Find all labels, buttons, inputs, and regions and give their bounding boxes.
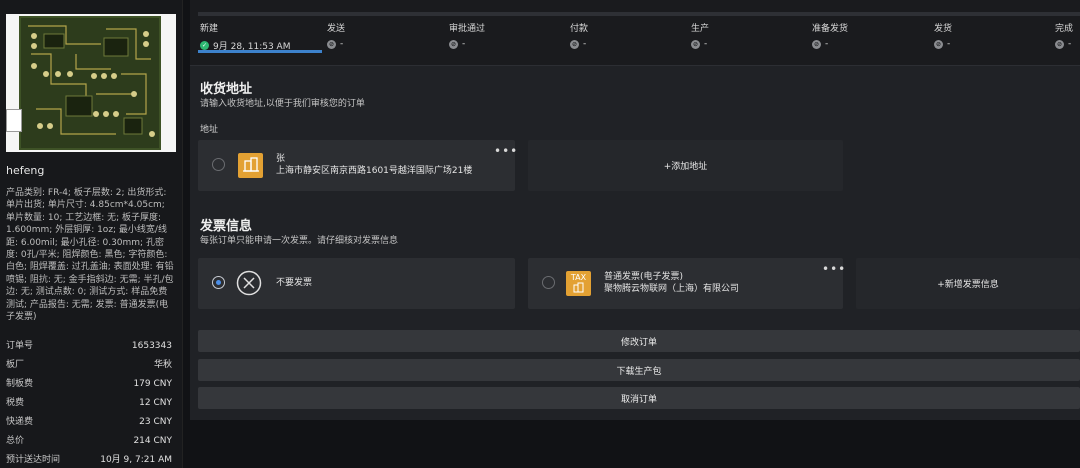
invoice-type: 普通发票(电子发票): [604, 272, 684, 282]
pending-icon: ⊘: [570, 39, 579, 49]
address-field-label: 地址: [200, 125, 219, 135]
step-paid: 付款 ⊘ -: [570, 21, 588, 49]
building-icon: [238, 153, 263, 178]
eta-row: 预计送达时间 10月 9, 7:21 AM: [6, 451, 172, 468]
step-approved: 审批通过 ⊘ -: [449, 21, 485, 49]
step-ready-to-ship: 准备发货 ⊘ -: [812, 21, 848, 49]
step-name: 生产: [691, 24, 710, 34]
tax-row: 税费 12 CNY: [6, 394, 172, 413]
fee-list: 订单号 1653343 板厂 华秋 制板费 179 CNY 税费 12 CNY …: [6, 337, 172, 468]
tax-icon: TAX: [566, 271, 591, 296]
more-options-icon[interactable]: •••: [494, 145, 518, 157]
address-radio[interactable]: [212, 158, 225, 171]
fee-label: 总价: [6, 436, 25, 446]
pending-icon: ⊘: [934, 39, 943, 49]
factory-row: 板厂 华秋: [6, 356, 172, 375]
step-value: -: [947, 39, 951, 49]
fee-value: 23 CNY: [139, 417, 172, 427]
no-invoice-label: 不要发票: [276, 278, 313, 288]
step-value: -: [1068, 39, 1072, 49]
more-options-icon[interactable]: •••: [822, 263, 846, 275]
step-progress-bar: [198, 50, 322, 53]
steps-divider: [198, 12, 1080, 16]
step-production: 生产 ⊘ -: [691, 21, 709, 49]
fee-value: 10月 9, 7:21 AM: [100, 455, 172, 465]
invoice-radio[interactable]: [542, 276, 555, 289]
fee-label: 税费: [6, 398, 25, 408]
preview-drag-handle[interactable]: [6, 109, 22, 132]
close-circle-icon: [236, 270, 262, 296]
download-package-button[interactable]: 下载生产包: [198, 359, 1080, 381]
tax-icon-label: TAX: [570, 273, 587, 282]
address-recipient: 张: [276, 154, 286, 164]
fee-value: 华秋: [153, 360, 172, 370]
step-shipped: 发货 ⊘ -: [934, 21, 952, 49]
fee-label: 制板费: [6, 379, 34, 389]
product-spec-summary: 产品类别: FR-4; 板子层数: 2; 出货形式: 单片出货; 单片尺寸: 4…: [6, 188, 174, 323]
step-value: -: [340, 39, 344, 49]
step-name: 完成: [1055, 24, 1074, 34]
invoice-section-desc: 每张订单只能申请一次发票。请仔细核对发票信息: [200, 236, 399, 246]
fee-label: 订单号: [6, 341, 34, 351]
step-name: 准备发货: [812, 24, 849, 34]
fee-value: 179 CNY: [133, 379, 172, 389]
pending-icon: ⊘: [327, 39, 336, 49]
pending-icon: ⊘: [449, 39, 458, 49]
step-value: -: [462, 39, 466, 49]
invoice-section-title: 发票信息: [200, 219, 253, 234]
invoice-card[interactable]: TAX 普通发票(电子发票) 聚物腾云物联网（上海）有限公司 •••: [528, 258, 846, 309]
fee-value: 12 CNY: [139, 398, 172, 408]
fee-label: 快递费: [6, 417, 34, 427]
user-name: hefeng: [6, 164, 45, 177]
address-card[interactable]: 张 上海市静安区南京西路1601号越洋国际广场21楼 •••: [198, 140, 518, 191]
pending-icon: ⊘: [1055, 39, 1064, 49]
fee-label: 预计送达时间: [6, 455, 61, 465]
no-invoice-card[interactable]: 不要发票: [198, 258, 515, 309]
shipping-fee-row: 快递费 23 CNY: [6, 413, 172, 432]
step-completed: 完成 ⊘ -: [1055, 21, 1073, 49]
step-name: 新建: [200, 24, 219, 34]
total-price-row: 总价 214 CNY: [6, 432, 172, 451]
fee-value: 1653343: [131, 341, 172, 351]
invoice-company: 聚物腾云物联网（上海）有限公司: [604, 284, 740, 294]
fee-value: 214 CNY: [133, 436, 172, 446]
modify-order-button[interactable]: 修改订单: [198, 330, 1080, 352]
order-sidebar: hefeng 产品类别: FR-4; 板子层数: 2; 出货形式: 单片出货; …: [0, 0, 183, 468]
fee-label: 板厂: [6, 360, 25, 370]
order-number-row: 订单号 1653343: [6, 337, 172, 356]
no-invoice-radio[interactable]: [212, 276, 225, 289]
pending-icon: ⊘: [812, 39, 821, 49]
address-line: 上海市静安区南京西路1601号越洋国际广场21楼: [276, 166, 473, 176]
address-section-title: 收货地址: [200, 82, 253, 97]
step-value: -: [704, 39, 708, 49]
step-value: -: [583, 39, 587, 49]
add-invoice-button[interactable]: +新增发票信息: [856, 258, 1080, 309]
address-section-desc: 请输入收货地址,以便于我们审核您的订单: [200, 99, 365, 109]
order-status-steps: 新建 ✓ 9月 28, 11:53 AM 发送 ⊘ - 审批通过 ⊘ - 付款 ⊘ - …: [190, 0, 1080, 66]
check-icon: ✓: [200, 41, 209, 50]
order-detail-panel: 新建 ✓ 9月 28, 11:53 AM 发送 ⊘ - 审批通过 ⊘ - 付款 ⊘ - …: [190, 0, 1080, 420]
step-name: 付款: [570, 24, 589, 34]
pcb-preview-image[interactable]: [6, 14, 176, 152]
step-value: -: [825, 39, 829, 49]
board-fee-row: 制板费 179 CNY: [6, 375, 172, 394]
step-name: 发送: [327, 24, 346, 34]
step-name: 发货: [934, 24, 953, 34]
step-sent: 发送 ⊘ -: [327, 21, 345, 49]
add-address-button[interactable]: +添加地址: [528, 140, 843, 191]
pending-icon: ⊘: [691, 39, 700, 49]
step-name: 审批通过: [449, 24, 486, 34]
step-created: 新建 ✓ 9月 28, 11:53 AM: [200, 21, 290, 52]
cancel-order-button[interactable]: 取消订单: [198, 387, 1080, 409]
